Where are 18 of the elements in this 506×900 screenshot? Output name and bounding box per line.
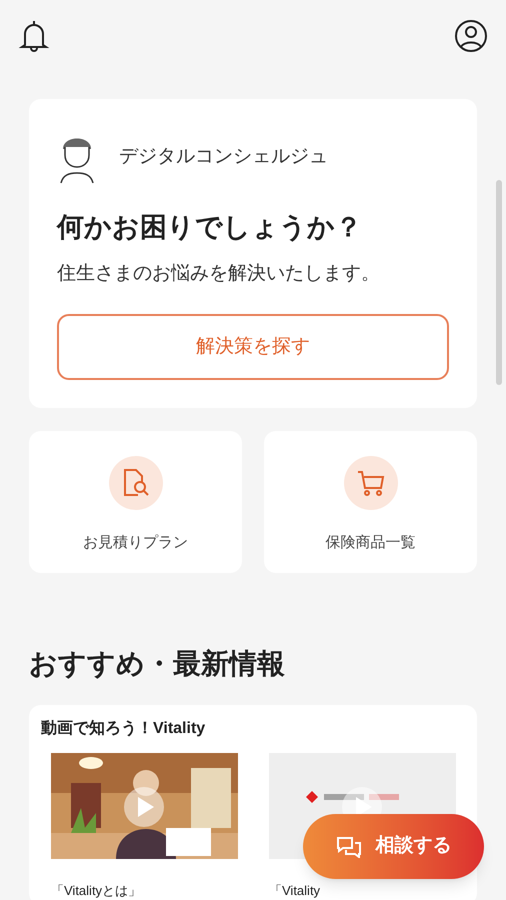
video-section-title: 動画で知ろう！Vitality	[41, 718, 206, 739]
card-message: 住生さまのお悩みを解決いたします。	[57, 262, 381, 286]
find-solution-button[interactable]: 解決策を探す	[57, 314, 449, 380]
consult-button[interactable]: 相談する	[303, 814, 484, 879]
concierge-name: デジタルコンシェルジュ	[119, 144, 328, 169]
shortcut-card[interactable]: お見積りプラン	[29, 431, 242, 573]
shortcut-card[interactable]: 保険商品一覧	[264, 431, 477, 573]
bell-icon[interactable]	[18, 18, 50, 54]
section-heading: おすすめ・最新情報	[29, 647, 286, 681]
video-caption: 「Vitality	[269, 883, 322, 898]
chat-icon	[336, 836, 362, 858]
user-icon[interactable]	[454, 19, 488, 53]
shortcut-label: お見積りプラン	[83, 533, 188, 553]
document-search-icon	[122, 467, 150, 499]
video-caption: 「Vitalityとは」	[51, 883, 142, 898]
shortcut-label: 保険商品一覧	[326, 533, 416, 553]
cart-icon	[356, 468, 386, 498]
card-title: 何かお困りでしょうか？	[57, 211, 363, 244]
